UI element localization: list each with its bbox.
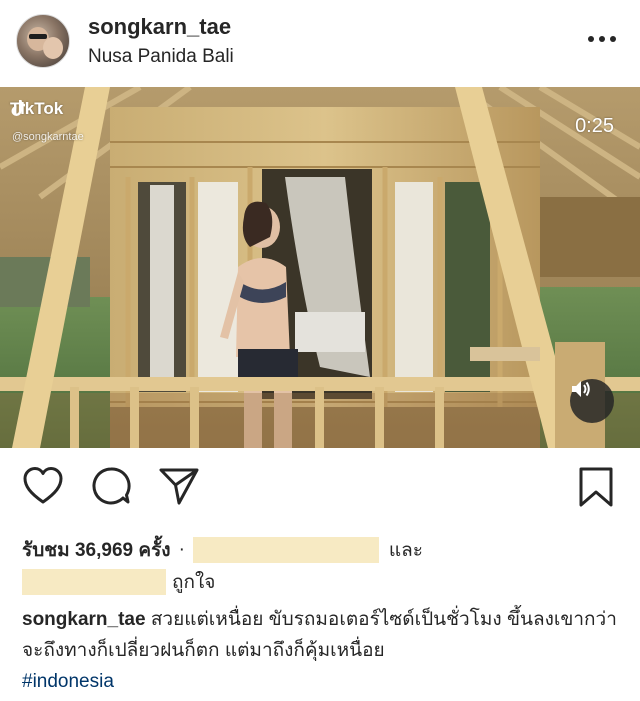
bookmark-icon	[579, 467, 613, 507]
avatar-glasses	[29, 34, 47, 39]
avatar[interactable]	[16, 14, 70, 68]
view-count[interactable]: รับชม 36,969 ครั้ง	[22, 535, 171, 565]
post-username[interactable]: songkarn_tae	[88, 14, 231, 40]
tiktok-logo-icon	[11, 100, 25, 116]
video-frame-illustration	[0, 87, 640, 448]
tiktok-watermark: TikTok	[10, 99, 63, 119]
and-label: และ	[388, 540, 423, 561]
heart-icon	[23, 467, 63, 504]
separator: ·	[178, 539, 185, 560]
video-timer: 0:25	[575, 115, 614, 137]
post-location[interactable]: Nusa Panida Bali	[88, 46, 234, 68]
comment-button[interactable]	[90, 466, 132, 511]
send-icon	[159, 468, 199, 505]
share-button[interactable]	[158, 466, 200, 511]
speaker-icon	[572, 381, 590, 397]
likes-section: รับชม 36,969 ครั้ง · และ ถูกใจ	[22, 534, 622, 598]
caption-username[interactable]: songkarn_tae	[22, 609, 146, 630]
comment-icon	[92, 467, 131, 505]
hashtag-link[interactable]: #indonesia	[22, 671, 114, 692]
post-video[interactable]: TikTok @songkarntae 0:25	[0, 87, 640, 448]
redacted-username	[192, 537, 379, 563]
post-header: songkarn_tae Nusa Panida Bali	[0, 0, 640, 86]
avatar-face-child	[43, 37, 63, 59]
redacted-username	[22, 569, 166, 595]
post-caption: songkarn_tae สวยแต่เหนื่อย ขับรถมอเตอร์ไ…	[22, 604, 622, 697]
more-options-icon[interactable]	[588, 36, 616, 44]
action-bar	[0, 460, 640, 520]
save-button[interactable]	[578, 466, 614, 513]
tiktok-handle: @songkarntae	[12, 131, 84, 143]
like-button[interactable]	[22, 466, 64, 511]
sound-toggle-button[interactable]	[570, 379, 614, 423]
liked-label: ถูกใจ	[172, 572, 216, 593]
